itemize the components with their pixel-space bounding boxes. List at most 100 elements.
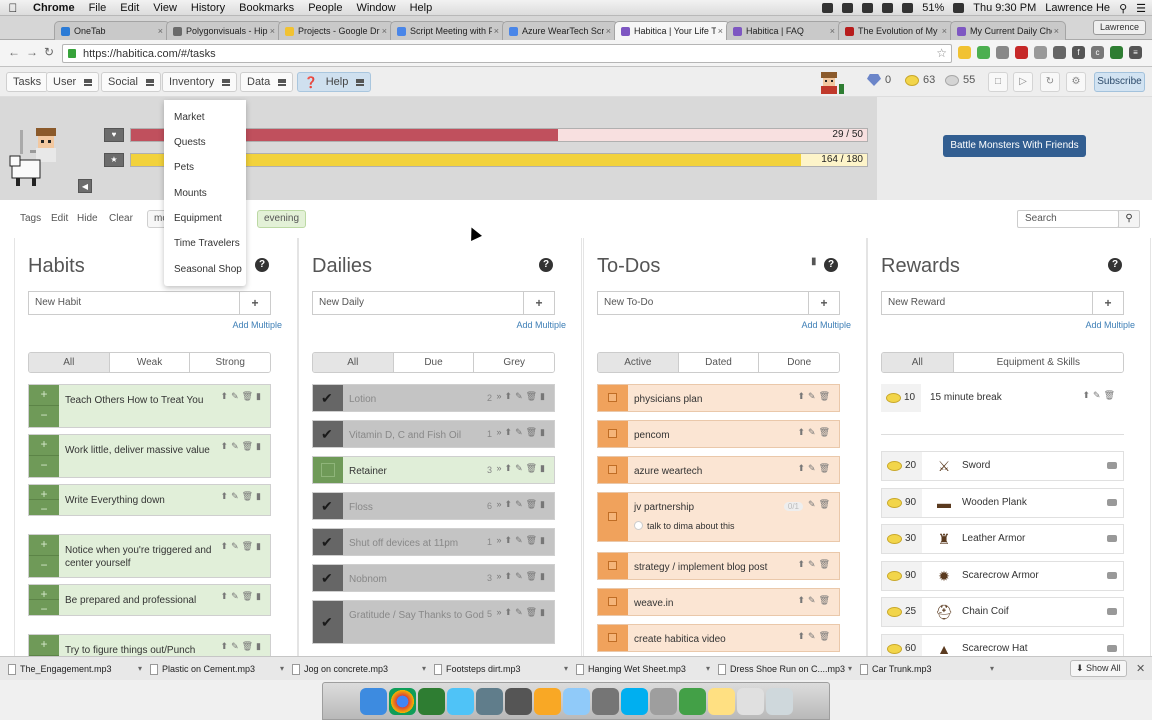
download-item[interactable]: Plastic on Cement.mp3 ▾ (150, 661, 286, 677)
daily-checkbox[interactable]: ✔ (313, 601, 343, 643)
daily-checkbox[interactable]: ✔ (313, 385, 343, 411)
chat-icon[interactable]: □ (988, 72, 1008, 92)
app-icon[interactable] (417, 687, 445, 715)
help-icon[interactable]: ? (1108, 258, 1122, 272)
chrome-menu-icon[interactable]: ≡ (1129, 46, 1142, 59)
todo-item[interactable]: weave.in ⬆✎🗑 (597, 588, 840, 616)
reward-item[interactable]: 90 ✹ Scarecrow Armor (881, 560, 1124, 591)
info-bubble-icon[interactable] (1107, 535, 1117, 543)
daily-item[interactable]: ✔ Vitamin D, C and Fish Oil 1 »⬆✎🗑▮ (312, 420, 555, 448)
wifi-icon[interactable] (882, 3, 894, 13)
menu-item-equipment[interactable]: Equipment (174, 213, 222, 224)
todo-item[interactable]: jv partnership talk to dima about this 0/1… (597, 492, 840, 542)
clock[interactable]: Thu 9:30 PM (973, 2, 1036, 14)
chevron-down-icon[interactable]: ▾ (422, 664, 426, 673)
task-actions-icon[interactable]: ⬆✎🗑 (797, 559, 833, 570)
task-actions-icon[interactable]: »⬆✎🗑▮ (497, 427, 548, 438)
finder-icon[interactable] (359, 687, 387, 715)
daily-item[interactable]: ✔ Floss 6 »⬆✎🗑▮ (312, 492, 555, 520)
tab-strong[interactable]: Strong (190, 353, 270, 372)
todo-checkbox[interactable] (598, 421, 628, 447)
task-actions-icon[interactable]: ⬆✎🗑 (797, 463, 833, 474)
collapse-header-button[interactable]: ◀ (78, 179, 92, 193)
trash-icon[interactable] (765, 687, 793, 715)
habit-item[interactable]: + − Write Everything down ⬆✎🗑▮ (28, 484, 271, 516)
download-item[interactable]: Dress Shoe Run on C....mp3 ▾ (718, 661, 854, 677)
minus-button[interactable]: − (29, 600, 59, 616)
app-icon[interactable] (504, 687, 532, 715)
app-icon[interactable] (475, 687, 503, 715)
menu-item-seasonal-shop[interactable]: Seasonal Shop (174, 264, 242, 275)
daily-item[interactable]: ✔ Nobnom 3 »⬆✎🗑▮ (312, 564, 555, 592)
todo-checkbox[interactable] (598, 457, 628, 483)
reward-price[interactable]: 20 (882, 452, 922, 480)
info-bubble-icon[interactable] (1107, 462, 1117, 469)
tab-weak[interactable]: Weak (109, 353, 191, 372)
extension-icon[interactable] (996, 46, 1009, 59)
task-actions-icon[interactable]: ⬆✎🗑▮ (221, 641, 264, 652)
bookmark-star-icon[interactable]: ☆ (936, 46, 947, 60)
nav-tasks[interactable]: Tasks (6, 72, 49, 92)
reward-item[interactable]: 25 ⛑ Chain Coif (881, 597, 1124, 628)
download-item[interactable]: Jog on concrete.mp3 ▾ (292, 661, 428, 677)
list-icon[interactable]: ☰ (1136, 2, 1146, 15)
todo-item[interactable]: create habitica video ⬆✎🗑 (597, 624, 840, 652)
extension-icon[interactable] (1053, 46, 1066, 59)
todo-checkbox[interactable] (598, 385, 628, 411)
custom-reward-item[interactable]: 10 15 minute break ⬆✎🗑 (881, 384, 1124, 412)
close-tab-icon[interactable]: × (830, 26, 835, 36)
app-icon[interactable] (446, 687, 474, 715)
browser-tab[interactable]: Habitica | FAQ × (726, 21, 842, 40)
chrome-icon[interactable] (388, 687, 416, 715)
info-bubble-icon[interactable] (1107, 608, 1117, 616)
task-actions-icon[interactable]: »⬆✎🗑▮ (497, 499, 548, 510)
habit-item[interactable]: +− Try to figure things out/Punch ⬆✎🗑▮ (28, 634, 271, 656)
chevron-down-icon[interactable]: ▾ (564, 664, 568, 673)
tab-dated[interactable]: Dated (678, 353, 760, 372)
task-actions-icon[interactable]: »⬆✎🗑▮ (497, 571, 548, 582)
search-icon[interactable]: ⚲ (1118, 210, 1140, 228)
download-item[interactable]: Hanging Wet Sheet.mp3 ▾ (576, 661, 712, 677)
extension-icon[interactable] (977, 46, 990, 59)
app-icon[interactable] (736, 687, 764, 715)
help-icon[interactable]: ? (255, 258, 269, 272)
todo-item[interactable]: azure weartech ⬆✎🗑 (597, 456, 840, 484)
task-actions-icon[interactable]: »⬆✎🗑▮ (497, 607, 548, 618)
reward-item[interactable]: 90 ▬ Wooden Plank (881, 487, 1124, 518)
checklist-item[interactable]: talk to dima about this (634, 521, 735, 531)
menu-help[interactable]: Help (403, 2, 440, 14)
download-item[interactable]: Car Trunk.mp3 ▾ (860, 661, 996, 677)
status-icon[interactable] (862, 3, 874, 13)
add-todo-button[interactable]: + (808, 291, 840, 315)
subscribe-button[interactable]: Subscribe (1094, 72, 1145, 92)
task-actions-icon[interactable]: »⬆✎🗑▮ (497, 391, 548, 402)
daily-checkbox[interactable]: ✔ (313, 529, 343, 555)
task-actions-icon[interactable]: ✎🗑 (808, 499, 833, 510)
settings-gear-icon[interactable]: ⚙ (1066, 72, 1086, 92)
minus-button[interactable]: − (29, 406, 59, 427)
minus-button[interactable]: − (29, 500, 59, 516)
mute-icon[interactable]: ▷ (1013, 72, 1033, 92)
function-icon[interactable]: f (1072, 46, 1085, 59)
todo-item[interactable]: strategy / implement blog post ⬆✎🗑 (597, 552, 840, 580)
todo-item[interactable]: pencom ⬆✎🗑 (597, 420, 840, 448)
chevron-down-icon[interactable]: ▾ (848, 664, 852, 673)
user-name[interactable]: Lawrence He (1045, 2, 1110, 14)
task-actions-icon[interactable]: ⬆✎🗑 (797, 427, 833, 438)
info-bubble-icon[interactable] (1107, 645, 1117, 652)
add-multiple-link[interactable]: Add Multiple (801, 320, 851, 330)
css-icon[interactable]: c (1091, 46, 1104, 59)
habit-item[interactable]: + − Be prepared and professional ⬆✎🗑▮ (28, 584, 271, 616)
nav-user[interactable]: User (46, 72, 100, 92)
status-icon[interactable] (822, 3, 834, 13)
daily-item[interactable]: ✔ Gratitude / Say Thanks to God 5 »⬆✎🗑▮ (312, 600, 555, 644)
plus-button[interactable]: + (29, 585, 59, 601)
tab-all[interactable]: All (29, 353, 110, 372)
download-item[interactable]: Footsteps dirt.mp3 ▾ (434, 661, 570, 677)
sync-icon[interactable]: ↻ (1040, 72, 1060, 92)
adblock-icon[interactable] (1015, 46, 1028, 59)
new-reward-input[interactable]: New Reward (881, 291, 1093, 315)
task-actions-icon[interactable]: ⬆✎🗑 (797, 391, 833, 402)
chevron-down-icon[interactable]: ▾ (280, 664, 284, 673)
edit-tags-link[interactable]: Edit (51, 213, 68, 224)
